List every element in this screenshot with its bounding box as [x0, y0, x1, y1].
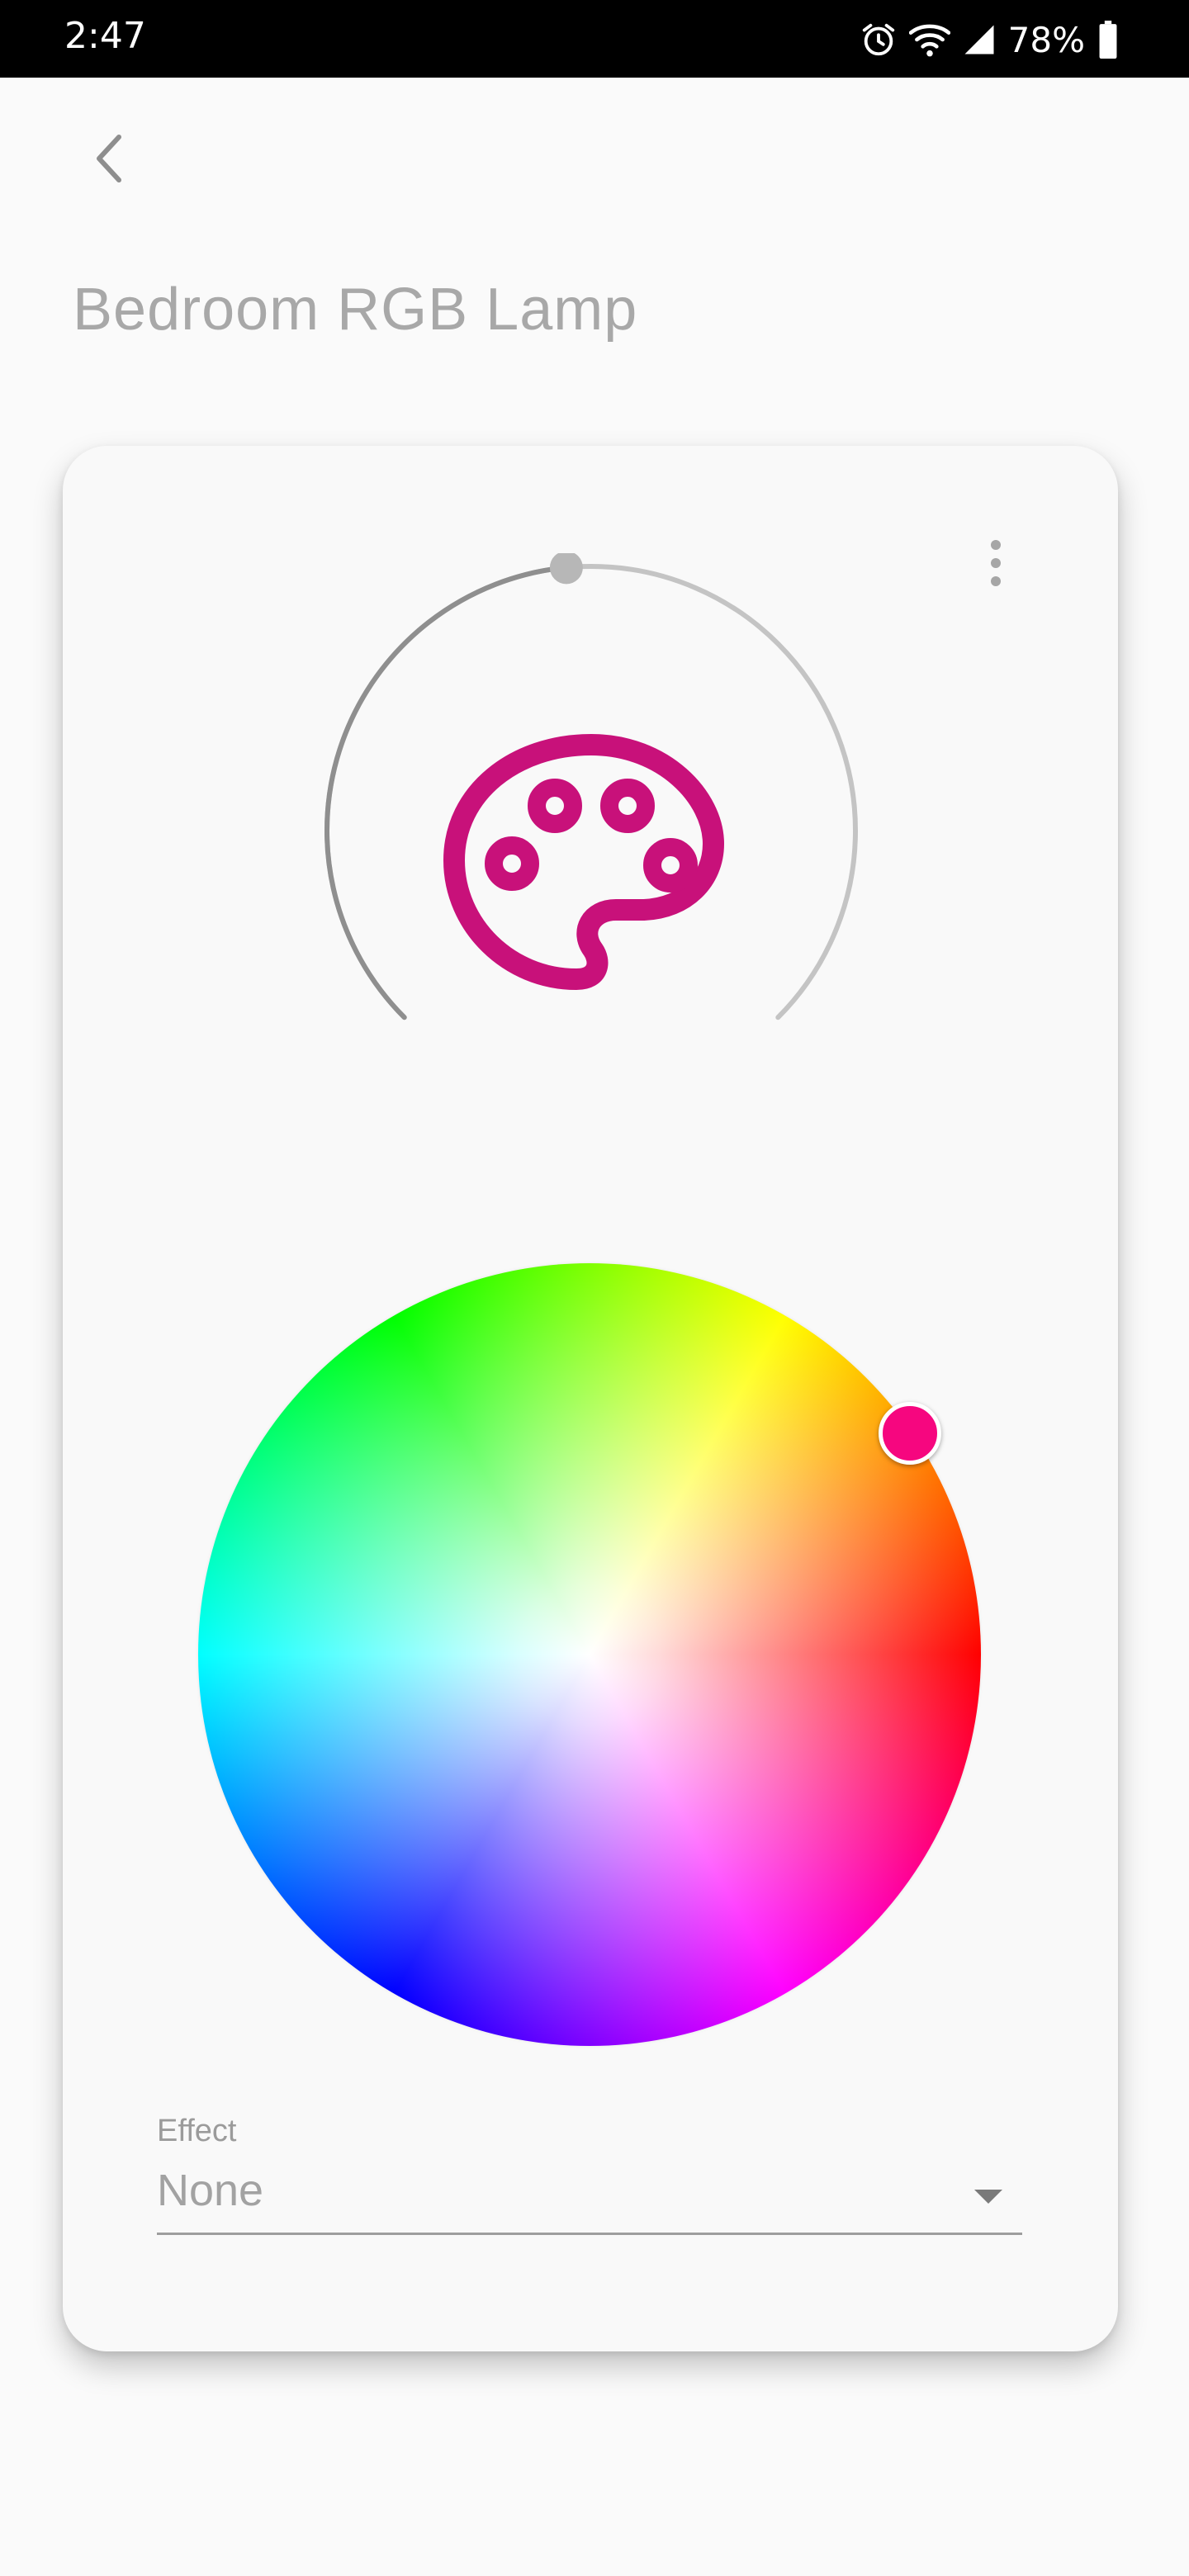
chevron-left-icon [97, 135, 121, 182]
alarm-icon [862, 23, 894, 56]
dial-active-arc [324, 565, 569, 1020]
color-wheel-handle[interactable] [879, 1402, 941, 1465]
dial-knob[interactable] [549, 553, 583, 585]
status-bar: 2:47 78% [0, 0, 1189, 78]
more-vertical-icon-dot [991, 576, 1001, 586]
palette-dots [485, 779, 698, 893]
more-options-button[interactable] [971, 523, 1021, 603]
wifi-icon [908, 24, 950, 57]
status-icons: 78% [860, 15, 1120, 64]
signal-icon [964, 25, 994, 54]
effect-value: None [157, 2166, 264, 2215]
color-wheel[interactable] [198, 1263, 981, 2046]
effect-label: Effect [157, 2114, 237, 2148]
battery-percent: 78% [1007, 19, 1085, 60]
more-vertical-icon [991, 540, 1001, 550]
brightness-dial[interactable] [314, 553, 875, 1049]
status-time: 2:47 [64, 15, 146, 57]
effect-dropdown[interactable]: Effect None [157, 2114, 1022, 2237]
dropdown-arrow-icon [974, 2190, 1002, 2204]
effect-underline [157, 2233, 1022, 2235]
page-title: Bedroom RGB Lamp [73, 277, 638, 343]
battery-icon [1099, 21, 1117, 59]
more-vertical-icon-dot [991, 558, 1001, 568]
back-button[interactable] [83, 129, 135, 188]
